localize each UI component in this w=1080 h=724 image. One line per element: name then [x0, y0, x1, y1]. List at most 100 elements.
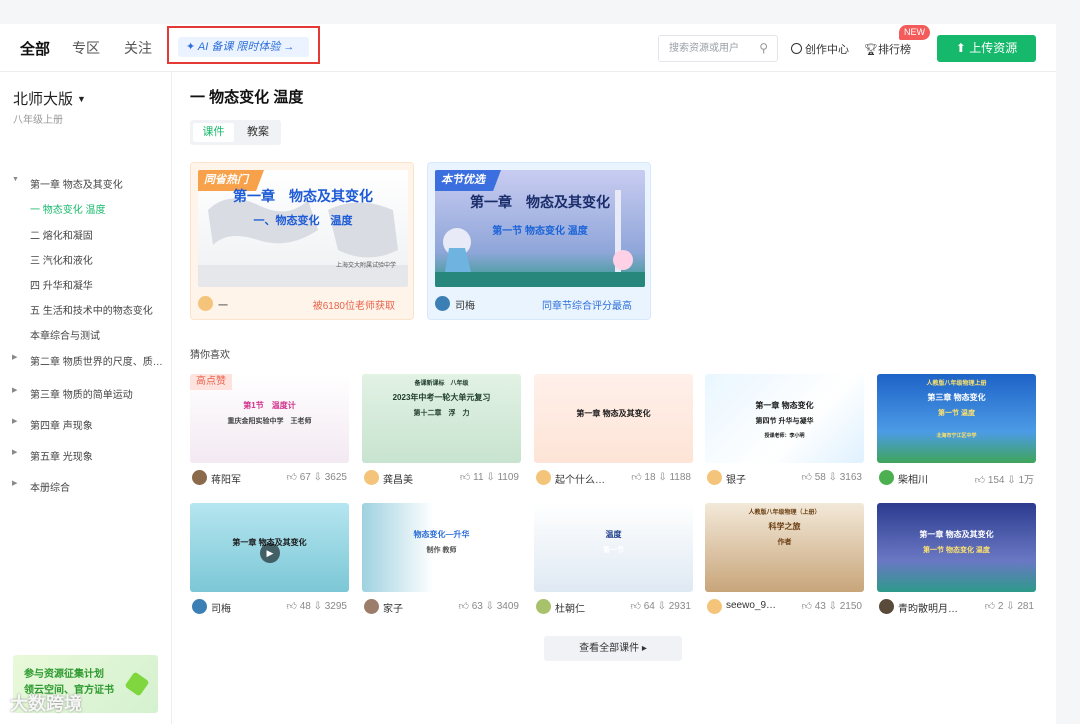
featured-card[interactable]: 本节优选 第一章 物态及其变化 第一节 物态变化 温度 司梅 同章节综合评分最高	[427, 162, 651, 320]
ranking-link[interactable]: 🏆︎排行榜	[864, 41, 911, 57]
thumbnail-caption: 人教版八年级物理（上册）	[748, 510, 821, 516]
featured-author[interactable]: 一	[218, 297, 228, 312]
sidebar-section-item[interactable]: 一 物态变化 温度	[0, 201, 172, 217]
resource-thumbnail: 人教版八年级物理（上册） 科学之旅 作者	[705, 503, 864, 592]
search-icon[interactable]: ⚲	[759, 36, 768, 61]
resource-thumbnail: 第一章 物态及其变化 ▶	[190, 503, 349, 592]
resource-thumbnail: 第一章 物态及其变化	[534, 374, 693, 463]
avatar	[536, 599, 551, 614]
resource-card[interactable]: 人教版八年级物理（上册） 科学之旅 作者 seewo_9… 👍︎ 43 ⇩ 2150	[705, 503, 864, 621]
featured-note: 被6180位老师获取	[312, 301, 395, 312]
download-count: 2931	[668, 601, 691, 612]
resource-card[interactable]: 第一章 物态及其变化 第一节 物态变化 温度 青昀散明月… 👍︎ 2 ⇩ 281	[877, 503, 1036, 621]
card-author[interactable]: 青昀散明月…	[898, 600, 958, 615]
card-author[interactable]: seewo_9…	[726, 600, 776, 611]
play-icon[interactable]: ▶	[260, 543, 280, 563]
thumbnail-caption: 备课新课标 八年级	[414, 381, 469, 387]
watermark-logo: 大数跨境	[10, 694, 82, 714]
thumbnail-title: 第三章 物态变化	[927, 393, 986, 402]
sidebar-chapter-item[interactable]: ▶ 第五章 光现象	[0, 448, 172, 464]
caret-right-icon: ▶	[12, 387, 18, 394]
sidebar-chapter-item[interactable]: ▶ 本册综合	[0, 479, 172, 495]
sidebar-chapter-item[interactable]: ▶ 第二章 物质世界的尺度、质…	[0, 353, 172, 369]
like-count: 63	[471, 601, 483, 612]
sidebar-chapter-item[interactable]: ▶ 第四章 声现象	[0, 417, 172, 433]
card-stats: 👍︎ 64 ⇩ 2931	[630, 600, 691, 612]
thumbnail-subtitle: 第一节	[603, 547, 624, 554]
download-count: 3625	[324, 472, 347, 483]
tab-follow[interactable]: 关注	[124, 38, 152, 58]
card-stats: 👍︎ 2 ⇩ 281	[985, 600, 1034, 612]
creator-center-link[interactable]: 创作中心	[791, 41, 849, 57]
card-author[interactable]: 司梅	[211, 600, 231, 615]
sidebar-item-label: 第五章 光现象	[30, 452, 93, 463]
avatar	[198, 296, 213, 311]
thumbnail-title: 第1节 温度计	[243, 401, 296, 410]
download-icon: ⇩	[1003, 601, 1018, 612]
caret-down-icon: ▼	[77, 94, 86, 104]
resource-card[interactable]: 第一章 物态变化 第四节 升华与凝华 授课老师：李小明 银子 👍︎ 58 ⇩ 3163	[705, 374, 864, 492]
card-author[interactable]: 银子	[726, 471, 746, 486]
card-author[interactable]: 蒋阳军	[211, 471, 241, 486]
download-count: 1万	[1018, 475, 1034, 486]
card-author[interactable]: 杜朝仁	[555, 600, 585, 615]
download-count: 3163	[839, 472, 862, 483]
sidebar-item-label: 四 升华和凝华	[30, 281, 93, 292]
tab-lesson-plan[interactable]: 教案	[238, 123, 278, 142]
tab-all[interactable]: 全部	[20, 38, 50, 59]
card-author[interactable]: 龚昌美	[383, 471, 413, 486]
sidebar-section-item[interactable]: 本章综合与测试	[0, 327, 172, 343]
card-stats: 👍︎ 43 ⇩ 2150	[801, 600, 862, 612]
avatar	[364, 470, 379, 485]
publisher-label: 北师大版	[13, 91, 74, 108]
search-input[interactable]: 搜索资源或用户 ⚲	[658, 35, 778, 62]
publisher-select[interactable]: 北师大版 ▼	[13, 88, 86, 109]
resource-card[interactable]: 人教版八年级物理上册 第三章 物态变化 第一节 温度 北海市宁江区中学 柴相川 👍︎ 15…	[877, 374, 1036, 492]
resource-card[interactable]: 物态变化—升华 制作 教师 家子 👍︎ 63 ⇩ 3409	[362, 503, 521, 621]
sidebar-section-item[interactable]: 二 熔化和凝固	[0, 227, 172, 243]
resource-card[interactable]: 备课新课标 八年级 2023年中考一轮大单元复习 第十二章 浮 力龚昌美 👍︎ 11 …	[362, 374, 521, 492]
featured-card[interactable]: 同省热门 第一章 物态及其变化 一、物态变化 温度 上海交大附属试验中学 一 被…	[190, 162, 414, 320]
hot-like-tag: 高点赞	[190, 374, 232, 390]
sidebar-chapter-item[interactable]: ▼ 第一章 物态及其变化	[0, 176, 172, 192]
card-author[interactable]: 家子	[383, 600, 403, 615]
view-all-button[interactable]: 查看全部课件 ▸	[544, 636, 682, 661]
ai-lesson-button[interactable]: ✦ AI 备课 限时体验 →	[178, 37, 309, 57]
avatar	[707, 599, 722, 614]
tab-zone[interactable]: 专区	[72, 38, 100, 58]
avatar	[435, 296, 450, 311]
sidebar-section-item[interactable]: 三 汽化和液化	[0, 252, 172, 268]
avatar	[364, 599, 379, 614]
resource-card[interactable]: 第1节 温度计 重庆金阳实验中学 王老师 高点赞 蒋阳军 👍︎ 67 ⇩ 3625	[190, 374, 349, 492]
resource-card[interactable]: 第一章 物态及其变化 ▶ 司梅 👍︎ 48 ⇩ 3295	[190, 503, 349, 621]
featured-author[interactable]: 司梅	[455, 297, 475, 312]
download-icon: ⇩	[1004, 475, 1019, 486]
featured-note: 同章节综合评分最高	[542, 301, 632, 312]
page-title: 一 物态变化 温度	[190, 89, 304, 106]
download-icon: ⇩	[825, 472, 840, 483]
tab-courseware[interactable]: 课件	[193, 123, 234, 142]
thumbnail-title: 物态变化—升华	[413, 530, 470, 539]
upload-label: 上传资源	[969, 41, 1018, 55]
sidebar-section-item[interactable]: 四 升华和凝华	[0, 277, 172, 293]
resource-card[interactable]: 温度 第一节 杜朝仁 👍︎ 64 ⇩ 2931	[534, 503, 693, 621]
card-author[interactable]: 起个什么…	[555, 471, 605, 486]
thumbnail-subtitle: 制作 教师	[426, 547, 457, 554]
upload-button[interactable]: ⬆ 上传资源	[937, 35, 1036, 62]
card-author[interactable]: 柴相川	[898, 471, 928, 486]
resource-card[interactable]: 第一章 物态及其变化起个什么… 👍︎ 18 ⇩ 1188	[534, 374, 693, 492]
avatar	[536, 470, 551, 485]
thumbs-up-icon: 👍︎	[801, 601, 815, 612]
section-recommend-label: 猜你喜欢	[190, 350, 230, 361]
thumbnail-subtitle: 第一节 物态变化 温度	[923, 547, 990, 554]
thumbnail-title: 第一章 物态变化	[755, 401, 814, 410]
download-count: 3295	[324, 601, 347, 612]
like-count: 18	[644, 472, 656, 483]
sidebar-chapter-item[interactable]: ▶ 第三章 物质的简单运动	[0, 386, 172, 402]
card-stats: 👍︎ 18 ⇩ 1188	[631, 471, 691, 483]
sidebar-section-item[interactable]: 五 生活和技术中的物态变化	[0, 302, 172, 318]
caret-down-icon: ▼	[12, 176, 19, 183]
sidebar-item-label: 本册综合	[30, 483, 70, 494]
ai-banner-highlight: ✦ AI 备课 限时体验 →	[167, 26, 320, 64]
thumbnail-subtitle: 第一节 温度	[938, 410, 975, 417]
